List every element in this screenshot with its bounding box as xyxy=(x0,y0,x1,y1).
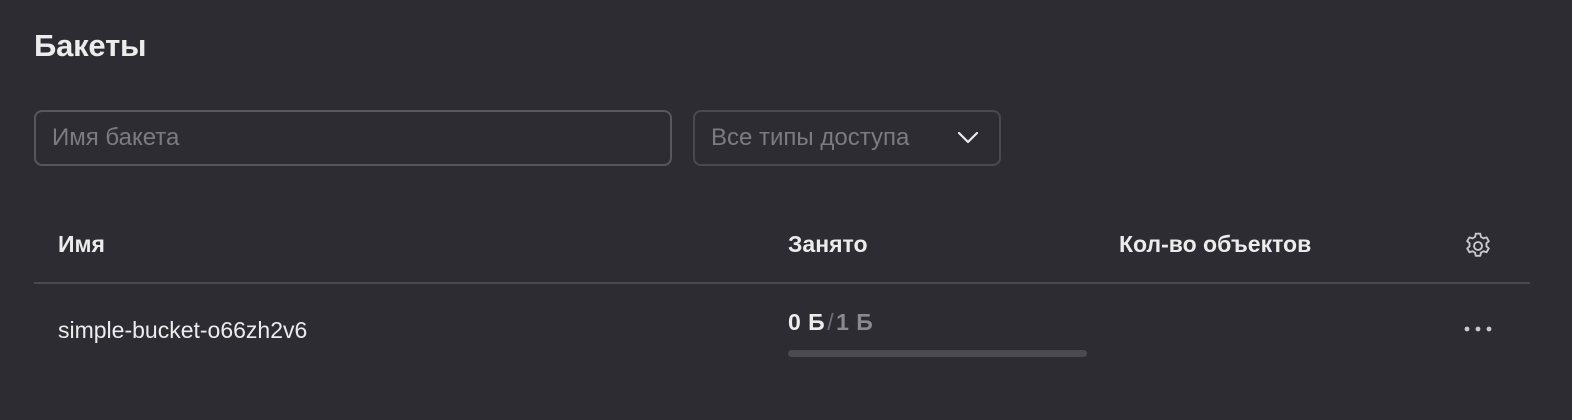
usage-progress-bar xyxy=(788,350,1087,357)
access-type-select-value: Все типы доступа xyxy=(711,124,910,151)
usage-text: 0 Б/1 Б xyxy=(788,309,1088,336)
column-header-used[interactable]: Занято xyxy=(788,231,868,258)
usage-used-value: 0 Б xyxy=(788,309,826,335)
chevron-down-icon xyxy=(957,131,979,144)
ellipsis-icon xyxy=(1464,326,1492,332)
filters-bar: Все типы доступа xyxy=(34,110,1001,166)
access-type-select[interactable]: Все типы доступа xyxy=(693,110,1001,166)
table-header: Имя Занято Кол-во объектов xyxy=(34,212,1530,284)
usage-separator: / xyxy=(827,309,835,335)
bucket-usage: 0 Б/1 Б xyxy=(788,309,1088,357)
bucket-name-search-input[interactable] xyxy=(34,110,672,166)
page-title: Бакеты xyxy=(34,28,147,63)
table-settings-button[interactable] xyxy=(1460,228,1496,264)
row-actions-button[interactable] xyxy=(1460,314,1496,344)
bucket-name[interactable]: simple-bucket-o66zh2v6 xyxy=(58,317,307,344)
usage-total-value: 1 Б xyxy=(836,309,874,335)
buckets-table: Имя Занято Кол-во объектов simple-bucket… xyxy=(34,212,1530,380)
column-header-objects[interactable]: Кол-во объектов xyxy=(1119,231,1311,258)
column-header-name[interactable]: Имя xyxy=(58,231,105,258)
buckets-page: Бакеты Все типы доступа Имя Занято Кол-в… xyxy=(0,0,1572,420)
table-row[interactable]: simple-bucket-o66zh2v6 0 Б/1 Б xyxy=(34,284,1530,380)
gear-icon xyxy=(1466,232,1490,257)
